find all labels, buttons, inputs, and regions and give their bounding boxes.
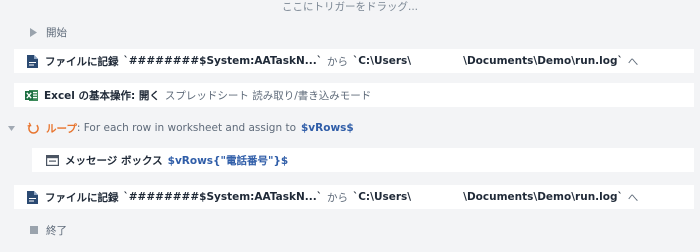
message-box-action[interactable]: メッセージ ボックス $vRows{"電話番号"}$ — [32, 148, 694, 172]
log-path-start: `C:\Users\ — [352, 191, 412, 203]
from-label: から — [326, 55, 348, 68]
excel-icon — [24, 88, 38, 102]
end-node[interactable]: 終了 — [14, 220, 694, 240]
loop-variable: $vRows$ — [301, 122, 354, 134]
message-box-icon — [45, 153, 59, 167]
end-label: 終了 — [46, 224, 67, 237]
start-node[interactable]: 開始 — [14, 22, 694, 42]
play-triangle-icon — [28, 26, 40, 38]
redacted-username — [411, 56, 464, 66]
log-path-end: \Documents\Demo\run.log` — [463, 191, 623, 203]
excel-action-description: スプレッドシート 読み取り/書き込みモード — [164, 89, 372, 102]
log-file-icon — [25, 54, 39, 68]
excel-open-action[interactable]: Excel の基本操作: 開く スプレッドシート 読み取り/書き込みモード — [14, 83, 694, 107]
log-action-title: ファイルに記録 — [45, 191, 119, 204]
collapse-caret-icon[interactable] — [6, 123, 16, 133]
start-label: 開始 — [46, 26, 67, 39]
to-label: へ — [627, 55, 639, 68]
excel-action-title: Excel の基本操作: 開く — [44, 89, 160, 102]
message-box-variable: $vRows{"電話番号"}$ — [167, 154, 289, 167]
log-file-icon — [25, 190, 39, 204]
log-to-file-action-2[interactable]: ファイルに記録 `########$System:AATaskN...` から … — [14, 185, 694, 209]
log-action-title: ファイルに記録 — [45, 55, 119, 68]
log-text-value: `########$System:AATaskN...` — [123, 191, 322, 203]
message-box-title: メッセージ ボックス — [65, 154, 163, 167]
log-to-file-action-1[interactable]: ファイルに記録 `########$System:AATaskN...` から … — [14, 49, 694, 73]
loop-title: ループ — [46, 122, 77, 135]
stop-square-icon — [28, 224, 40, 236]
log-path-start: `C:\Users\ — [352, 55, 412, 67]
loop-description: : For each row in worksheet and assign t… — [76, 122, 296, 134]
loop-node[interactable]: ループ : For each row in worksheet and assi… — [0, 118, 694, 138]
from-label: から — [326, 191, 348, 204]
loop-icon — [26, 121, 40, 135]
to-label: へ — [627, 191, 639, 204]
log-path-end: \Documents\Demo\run.log` — [463, 55, 623, 67]
drop-trigger-hint[interactable]: ここにトリガーをドラッグ... — [0, 0, 700, 14]
redacted-username — [411, 192, 464, 202]
log-text-value: `########$System:AATaskN...` — [123, 55, 322, 67]
